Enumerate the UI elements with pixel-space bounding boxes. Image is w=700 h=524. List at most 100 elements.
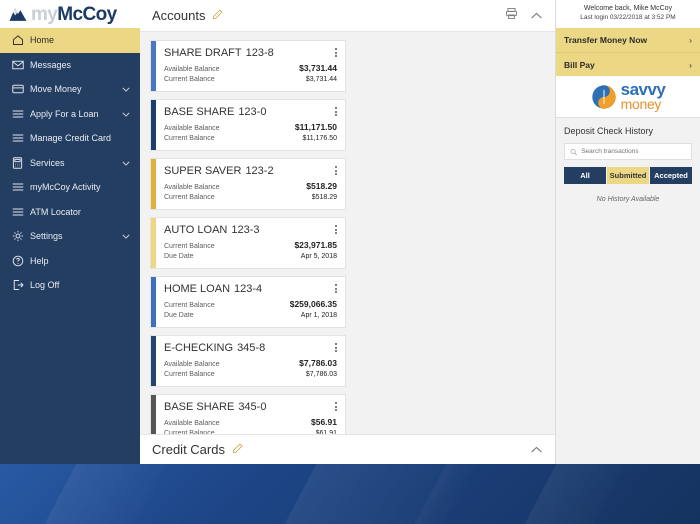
account-detail-row: Current Balance $518.29 [164, 193, 337, 203]
account-card[interactable]: SUPER SAVER 123-2 Available Balance $518.… [150, 158, 346, 210]
account-detail-row: Available Balance $56.91 [164, 416, 337, 429]
account-card-title: AUTO LOAN 123-3 [164, 224, 337, 236]
logout-icon [12, 279, 30, 291]
chevron-right-icon: › [689, 59, 692, 70]
money-word: money [620, 95, 662, 112]
pencil-icon[interactable] [212, 7, 224, 25]
account-options-menu-icon[interactable] [333, 400, 339, 413]
account-detail-label: Current Balance [164, 302, 215, 309]
chevron-up-icon[interactable] [530, 7, 543, 25]
account-card[interactable]: HOME LOAN 123-4 Current Balance $259,066.… [150, 276, 346, 328]
account-detail-row: Due Date Apr 1, 2018 [164, 311, 337, 321]
account-options-menu-icon[interactable] [333, 46, 339, 59]
account-options-menu-icon[interactable] [333, 223, 339, 236]
account-card[interactable]: AUTO LOAN 123-3 Current Balance $23,971.8… [150, 217, 346, 269]
sidebar-nav: Home Messages Move Money Apply For a Loa… [0, 28, 140, 464]
logo-text-my: my [31, 3, 58, 25]
history-filter-pills: All Submitted Accepted [564, 167, 692, 184]
sidebar: myMcCoy Home Messages Move Money Apply F… [0, 0, 140, 464]
account-detail-label: Available Balance [164, 420, 220, 427]
quick-action-label: Transfer Money Now [564, 35, 648, 45]
account-options-menu-icon[interactable] [333, 341, 339, 354]
filter-pill-accepted[interactable]: Accepted [649, 167, 692, 184]
sidebar-item-messages[interactable]: Messages [0, 53, 140, 78]
account-number: 123-2 [245, 165, 274, 177]
quick-action-label: Bill Pay [564, 59, 595, 70]
sidebar-item-label: myMcCoy Activity [30, 182, 101, 193]
filter-pill-all[interactable]: All [564, 167, 606, 184]
search-input[interactable] [581, 148, 686, 155]
last-login-text: Last login 03/22/2018 at 3:52 PM [580, 13, 676, 21]
sidebar-item-move-money[interactable]: Move Money [0, 77, 140, 102]
chevron-down-icon [122, 158, 130, 168]
logo-text-mccoy: McCoy [57, 3, 117, 25]
brand-logo[interactable]: myMcCoy [0, 0, 140, 28]
account-card[interactable]: BASE SHARE 345-0 Available Balance $56.91… [150, 394, 346, 434]
chevron-up-icon[interactable] [530, 441, 543, 459]
search-icon [570, 148, 577, 155]
quick-action-transfer-money-now[interactable]: Transfer Money Now › [556, 28, 700, 52]
main-content: Accounts SHARE DRAFT 123-8 Available Bal… [140, 0, 555, 464]
account-card[interactable]: BASE SHARE 123-0 Available Balance $11,17… [150, 99, 346, 151]
filter-pill-submitted[interactable]: Submitted [606, 167, 649, 184]
account-name: HOME LOAN [164, 283, 231, 295]
sidebar-item-label: Help [30, 255, 49, 266]
sidebar-item-atm-locator[interactable]: ATM Locator [0, 200, 140, 225]
account-detail-label: Due Date [164, 253, 194, 261]
deposit-check-history-body: All Submitted Accepted No History Availa… [556, 143, 700, 203]
accounts-section-header: Accounts [140, 0, 555, 32]
account-detail-row: Available Balance $7,786.03 [164, 357, 337, 370]
account-detail-value: $518.29 [306, 181, 337, 191]
account-detail-row: Available Balance $3,731.44 [164, 62, 337, 75]
account-name: BASE SHARE [164, 401, 235, 413]
question-circle-icon [12, 255, 30, 267]
sidebar-item-settings[interactable]: Settings [0, 224, 140, 249]
account-detail-value: $518.29 [311, 194, 337, 202]
quick-action-bill-pay[interactable]: Bill Pay › [556, 52, 700, 76]
account-card-title: BASE SHARE 123-0 [164, 106, 337, 118]
accounts-title: Accounts [152, 8, 206, 23]
account-detail-row: Current Balance $259,066.35 [164, 298, 337, 311]
account-options-menu-icon[interactable] [333, 164, 339, 177]
account-detail-value: $61.91 [315, 430, 337, 434]
sidebar-item-apply-for-a-loan[interactable]: Apply For a Loan [0, 102, 140, 127]
account-number: 345-8 [237, 342, 266, 354]
account-number: 123-4 [234, 283, 263, 295]
sidebar-item-mymccoy-activity[interactable]: myMcCoy Activity [0, 175, 140, 200]
gear-icon [12, 230, 30, 242]
account-card-title: E-CHECKING 345-8 [164, 342, 337, 354]
account-detail-row: Current Balance $7,786.03 [164, 370, 337, 380]
account-detail-value: $259,066.35 [289, 299, 337, 309]
credit-cards-section-header[interactable]: Credit Cards [140, 434, 555, 464]
account-detail-label: Current Balance [164, 430, 215, 434]
account-detail-label: Available Balance [164, 361, 220, 368]
account-name: E-CHECKING [164, 342, 234, 354]
welcome-message: Welcome back, Mike McCoy [583, 5, 673, 12]
sidebar-item-label: Manage Credit Card [30, 133, 112, 144]
sidebar-item-label: Apply For a Loan [30, 108, 99, 119]
pencil-icon[interactable] [232, 441, 243, 459]
quick-actions: Transfer Money Now › Bill Pay › [556, 28, 700, 76]
account-number: 345-0 [238, 401, 267, 413]
account-options-menu-icon[interactable] [333, 282, 339, 295]
sidebar-item-home[interactable]: Home [0, 28, 140, 53]
savvymoney-logo[interactable]: savvy money [556, 76, 700, 118]
app-window: myMcCoy Home Messages Move Money Apply F… [0, 0, 700, 464]
list-icon [12, 109, 30, 119]
printer-icon[interactable] [505, 7, 518, 25]
account-card-title: SHARE DRAFT 123-8 [164, 47, 337, 59]
sidebar-item-services[interactable]: Services [0, 151, 140, 176]
sidebar-item-label: Move Money [30, 84, 82, 95]
account-card-title: SUPER SAVER 123-2 [164, 165, 337, 177]
account-detail-value: Apr 5, 2018 [300, 253, 337, 261]
account-detail-value: Apr 1, 2018 [300, 312, 337, 320]
sidebar-item-manage-credit-card[interactable]: Manage Credit Card [0, 126, 140, 151]
account-detail-label: Available Balance [164, 125, 220, 132]
sidebar-item-log-off[interactable]: Log Off [0, 273, 140, 298]
account-card[interactable]: E-CHECKING 345-8 Available Balance $7,786… [150, 335, 346, 387]
account-options-menu-icon[interactable] [333, 105, 339, 118]
account-card[interactable]: SHARE DRAFT 123-8 Available Balance $3,73… [150, 40, 346, 92]
sidebar-item-help[interactable]: Help [0, 249, 140, 274]
search-transactions-box[interactable] [564, 143, 692, 160]
envelope-icon [12, 60, 30, 70]
